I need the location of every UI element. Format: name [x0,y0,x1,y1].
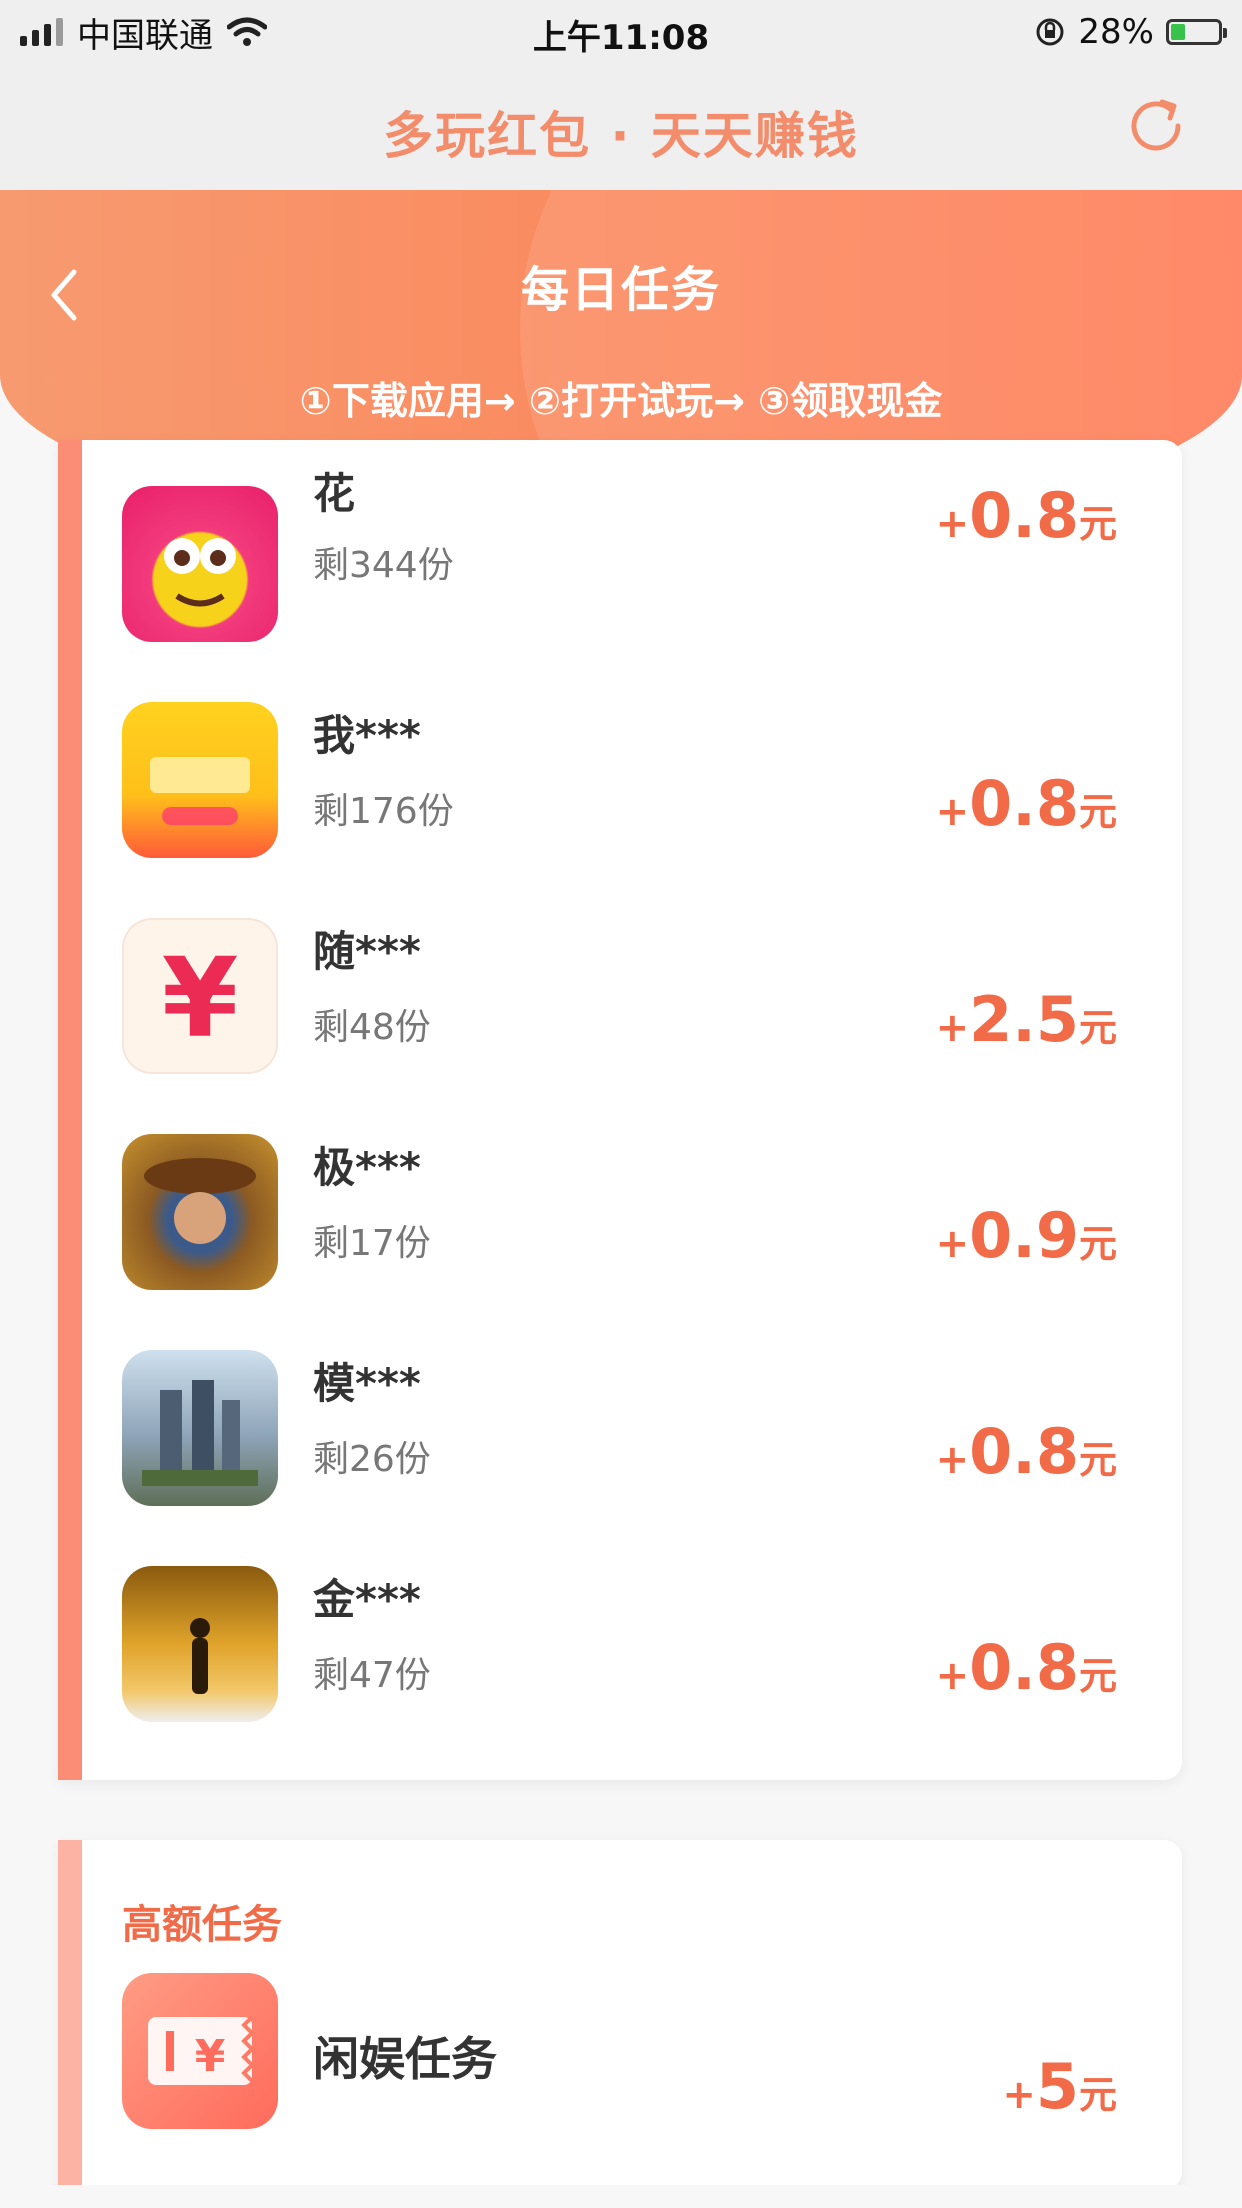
reward-plus: + [935,789,970,835]
app-icon [122,1350,278,1506]
task-remaining: 剩47份 [313,1655,431,1696]
task-item[interactable]: 极*** 剩17份 + 0.9 元 [58,1134,1182,1350]
task-remaining: 剩48份 [313,1007,431,1048]
app-icon [122,702,278,858]
reward-amount: 0.8 [969,479,1079,552]
task-item[interactable]: 金*** 剩47份 + 0.8 元 [58,1566,1182,1780]
app-icon [122,1134,278,1290]
reward-amount: 0.9 [969,1199,1079,1272]
reward-unit: 元 [1078,1222,1117,1266]
reward-plus: + [935,1437,970,1483]
reward-unit: 元 [1078,1438,1117,1482]
task-item[interactable]: 我*** 剩176份 + 0.8 元 [58,702,1182,918]
refresh-icon[interactable] [1122,92,1190,160]
task-reward: + 0.8 元 [936,1415,1117,1488]
section-title: 高额任务 [122,1902,282,1948]
task-reward: + 2.5 元 [936,983,1117,1056]
task-reward: + 0.8 元 [936,1631,1117,1704]
task-remaining: 剩344份 [313,545,454,586]
ticket-icon: ¥ [122,1973,278,2129]
reward-unit: 元 [1078,2073,1117,2117]
high-task-reward: + 5 元 [1002,2050,1117,2123]
task-remaining: 剩17份 [313,1223,431,1264]
reward-unit: 元 [1078,1654,1117,1698]
task-name: 金*** [313,1575,421,1624]
reward-plus: + [1002,2072,1036,2118]
task-name: 模*** [313,1359,421,1408]
reward-plus: + [935,1221,970,1267]
reward-unit: 元 [1078,1006,1117,1050]
reward-plus: + [935,1005,970,1051]
status-bar: 中国联通 上午11:08 28% [0,0,1242,64]
task-steps: ①下载应用→ ②打开试玩→ ③领取现金 [299,379,943,423]
high-task-card: 高额任务 ¥ 闲娱任务 + 5 元 [58,1840,1182,2190]
battery-icon [1166,19,1227,45]
task-item[interactable]: 花 剩344份 + 0.8 元 [58,469,1182,702]
task-remaining: 剩176份 [313,791,454,832]
task-reward: + 0.8 元 [936,479,1117,552]
reward-amount: 0.8 [969,1415,1079,1488]
app-header: 多玩红包 · 天天赚钱 [0,64,1242,191]
task-name: 随*** [313,927,421,976]
ticket-yen-symbol: ¥ [195,2031,226,2082]
reward-plus: + [935,501,970,547]
bottom-spacer [0,2185,1242,2208]
reward-unit: 元 [1078,790,1117,834]
reward-amount: 0.8 [969,1631,1079,1704]
high-task-name[interactable]: 闲娱任务 [313,2023,497,2089]
task-name: 我*** [313,711,421,760]
task-name: 花 [313,469,356,518]
task-reward: + 0.9 元 [936,1199,1117,1272]
reward-plus: + [935,1653,970,1699]
task-remaining: 剩26份 [313,1439,431,1480]
app-icon [122,486,278,642]
app-icon [122,1566,278,1722]
task-item[interactable]: ¥ 随*** 剩48份 + 2.5 元 [58,918,1182,1134]
app-title: 多玩红包 · 天天赚钱 [383,107,859,165]
page-title: 每日任务 [520,262,721,318]
task-item[interactable]: 模*** 剩26份 + 0.8 元 [58,1350,1182,1566]
task-list-card: 花 剩344份 + 0.8 元 我*** 剩176份 + 0.8 元 ¥ 随** [58,440,1182,1780]
task-reward: + 0.8 元 [936,767,1117,840]
status-right: 28% [1034,10,1227,54]
reward-unit: 元 [1078,502,1117,546]
reward-amount: 2.5 [969,983,1079,1056]
app-icon: ¥ [122,918,278,1074]
reward-amount: 5 [1035,2050,1079,2123]
svg-text:¥: ¥ [162,934,239,1062]
rotation-lock-icon [1036,18,1064,46]
reward-amount: 0.8 [969,767,1079,840]
task-name: 极*** [313,1143,421,1192]
battery-percent: 28% [1078,12,1154,52]
